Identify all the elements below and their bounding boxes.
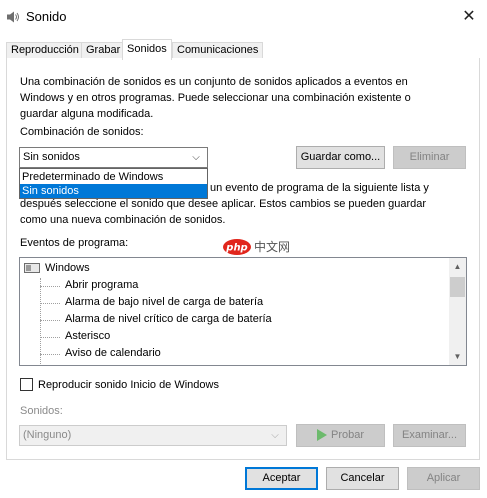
scheme-select[interactable]: Sin sonidos ⌵ bbox=[19, 147, 208, 168]
window-title: Sonido bbox=[26, 9, 67, 24]
tab-grabar[interactable]: Grabar bbox=[81, 42, 126, 59]
tree-guide-line bbox=[40, 320, 60, 321]
chevron-down-icon: ⌵ bbox=[271, 430, 279, 441]
startup-sound-label: Reproducir sonido Inicio de Windows bbox=[38, 379, 219, 391]
windows-folder-icon bbox=[24, 263, 40, 273]
accept-button[interactable]: Aceptar bbox=[245, 467, 318, 490]
scheme-dropdown-list: Predeterminado de Windows Sin sonidos bbox=[19, 168, 208, 199]
scroll-up-arrow-icon[interactable]: ▲ bbox=[449, 258, 466, 275]
list-item[interactable]: Aviso de calendario bbox=[65, 345, 161, 362]
speaker-icon bbox=[7, 11, 19, 23]
tab-reproduccion[interactable]: Reproducción bbox=[6, 42, 84, 59]
events-scrollbar[interactable]: ▲ ▼ bbox=[449, 258, 466, 365]
program-events-list[interactable]: Windows Abrir programa Alarma de bajo ni… bbox=[19, 257, 467, 366]
title-bar: Sonido ✕ bbox=[0, 0, 487, 34]
watermark-icon: php 中文网 bbox=[223, 239, 290, 255]
apply-button: Aplicar bbox=[407, 467, 480, 490]
watermark-logo: php 中文网 bbox=[222, 236, 302, 256]
dropdown-option-no-sounds[interactable]: Sin sonidos bbox=[20, 184, 207, 198]
scheme-description: Una combinación de sonidos es un conjunt… bbox=[20, 76, 411, 120]
scroll-down-arrow-icon[interactable]: ▼ bbox=[449, 348, 466, 365]
tree-guide-line bbox=[40, 303, 60, 304]
list-item[interactable]: Alarma de nivel crítico de carga de bate… bbox=[65, 311, 272, 328]
browse-button: Examinar... bbox=[393, 424, 466, 447]
startup-sound-checkbox[interactable] bbox=[20, 378, 33, 391]
scroll-thumb[interactable] bbox=[450, 277, 465, 297]
scheme-label: Combinación de sonidos: bbox=[20, 126, 144, 138]
tab-comunicaciones[interactable]: Comunicaciones bbox=[172, 42, 264, 59]
close-button[interactable]: ✕ bbox=[458, 6, 480, 28]
tree-root-windows[interactable]: Windows bbox=[45, 260, 90, 277]
cancel-button[interactable]: Cancelar bbox=[326, 467, 399, 490]
sounds-label: Sonidos: bbox=[20, 405, 63, 417]
save-as-button[interactable]: Guardar como... bbox=[296, 146, 385, 169]
scheme-select-value: Sin sonidos bbox=[23, 151, 80, 163]
instructions-line-3: como una nueva combinación de sonidos. bbox=[20, 214, 226, 226]
chevron-down-icon: ⌵ bbox=[192, 152, 200, 163]
sound-select-value: (Ninguno) bbox=[23, 429, 72, 441]
test-button: Probar bbox=[296, 424, 385, 447]
sound-select: (Ninguno) ⌵ bbox=[19, 425, 287, 446]
tree-guide-line bbox=[40, 337, 60, 338]
tab-sonidos[interactable]: Sonidos bbox=[122, 39, 172, 60]
list-item[interactable]: Abrir programa bbox=[65, 277, 138, 294]
instructions-line-1: un evento de programa de la siguiente li… bbox=[210, 182, 429, 194]
list-item[interactable]: Asterisco bbox=[65, 328, 110, 345]
events-label: Eventos de programa: bbox=[20, 237, 129, 249]
svg-text:中文网: 中文网 bbox=[254, 239, 290, 254]
dropdown-option-windows-default[interactable]: Predeterminado de Windows bbox=[20, 170, 207, 184]
delete-button: Eliminar bbox=[393, 146, 466, 169]
tree-guide-line bbox=[40, 286, 60, 287]
tree-guide-line bbox=[40, 278, 41, 365]
play-icon bbox=[316, 429, 327, 442]
close-icon: ✕ bbox=[462, 8, 476, 25]
list-item[interactable]: Alarma de bajo nivel de carga de batería bbox=[65, 294, 263, 311]
svg-text:php: php bbox=[225, 243, 247, 254]
tree-guide-line bbox=[40, 354, 60, 355]
